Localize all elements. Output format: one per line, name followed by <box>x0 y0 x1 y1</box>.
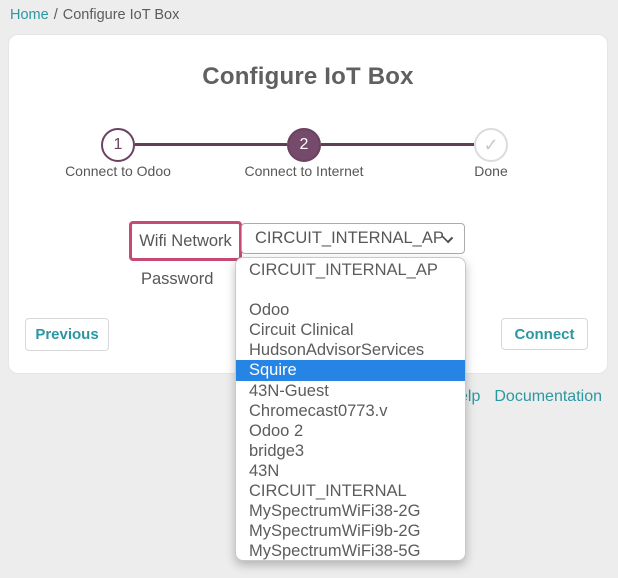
wifi-option[interactable]: 43N <box>236 461 465 481</box>
wifi-dropdown-list: CIRCUIT_INTERNAL_AP Odoo Circuit Clinica… <box>235 257 466 561</box>
documentation-link[interactable]: Documentation <box>494 388 602 406</box>
wifi-option[interactable]: HudsonAdvisorServices <box>236 340 465 360</box>
wifi-network-select[interactable]: CIRCUIT_INTERNAL_AP <box>241 223 465 254</box>
password-label: Password <box>141 270 213 289</box>
step-2-number: 2 <box>300 136 309 154</box>
stepper: 1 2 ✓ Connect to Odoo Connect to Interne… <box>9 35 607 185</box>
wifi-option[interactable]: 43N-Guest <box>236 381 465 401</box>
step-1-label: Connect to Odoo <box>28 163 208 179</box>
breadcrumb-separator: / <box>54 7 58 23</box>
stepper-connector-1 <box>135 143 287 146</box>
connect-button[interactable]: Connect <box>501 318 588 350</box>
wifi-option[interactable]: MySpectrumWiFi38-2G <box>236 501 465 521</box>
wifi-network-label: Wifi Network <box>139 232 232 251</box>
breadcrumb: Home / Configure IoT Box <box>10 7 179 23</box>
wifi-option[interactable] <box>236 280 465 300</box>
breadcrumb-current: Configure IoT Box <box>63 7 180 23</box>
step-1-circle: 1 <box>101 128 135 162</box>
wifi-option[interactable]: CIRCUIT_INTERNAL <box>236 481 465 501</box>
wifi-label-annotation-box: Wifi Network <box>129 221 242 261</box>
breadcrumb-home-link[interactable]: Home <box>10 7 49 23</box>
wifi-option[interactable]: MySpectrumWiFi38-5G <box>236 541 465 561</box>
footer-links: Help Documentation <box>447 388 602 406</box>
step-2-label: Connect to Internet <box>214 163 394 179</box>
stepper-connector-2 <box>321 143 474 146</box>
previous-button[interactable]: Previous <box>25 318 109 351</box>
step-2-circle: 2 <box>287 128 321 162</box>
wifi-option[interactable]: CIRCUIT_INTERNAL_AP <box>236 260 465 280</box>
step-3-label: Done <box>401 163 581 179</box>
wifi-option[interactable]: Circuit Clinical <box>236 320 465 340</box>
wifi-option[interactable]: Odoo <box>236 300 465 320</box>
wifi-selected-value: CIRCUIT_INTERNAL_AP <box>255 229 444 247</box>
wifi-option-highlighted[interactable]: Squire <box>236 360 465 380</box>
step-3-circle: ✓ <box>474 128 508 162</box>
done-check-icon: ✓ <box>483 135 498 156</box>
wifi-option[interactable]: Chromecast0773.v <box>236 401 465 421</box>
wifi-option[interactable]: Odoo 2 <box>236 421 465 441</box>
wifi-option[interactable]: MySpectrumWiFi9b-2G <box>236 521 465 541</box>
step-1-number: 1 <box>114 136 123 154</box>
wifi-option[interactable]: bridge3 <box>236 441 465 461</box>
